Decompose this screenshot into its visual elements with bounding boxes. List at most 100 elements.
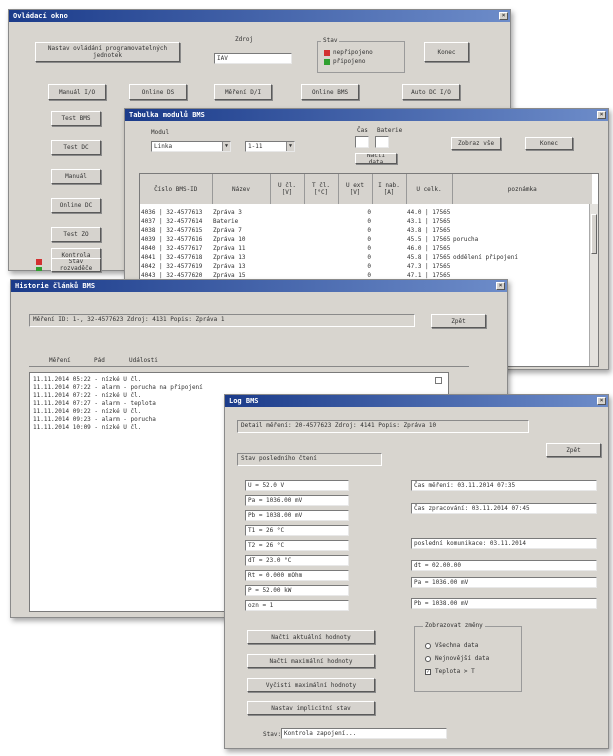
history-window-titlebar: Historie článků BMS	[11, 280, 507, 292]
battery-label: Baterie	[377, 127, 403, 134]
end-button[interactable]: Konec	[525, 137, 573, 150]
close-icon[interactable]: ×	[597, 111, 606, 119]
status-legend-title: Stav	[321, 37, 340, 44]
side-button-3[interactable]: Manuál	[51, 169, 101, 184]
detail-header-box: Detail měření: 20-4577623 Zdroj: 4141 Po…	[237, 420, 529, 433]
value-field: Pa = 1036.00 mV	[245, 495, 349, 506]
table-row[interactable]: 4038 | 32-4577615 Zpráva 7 0 43.8 | 17565	[140, 226, 592, 235]
red-status-icon	[324, 50, 330, 56]
list-item[interactable]: 11.11.2014 05:22 - nízké U čl.	[33, 376, 445, 384]
back-button[interactable]: Zpět	[546, 443, 601, 457]
close-icon[interactable]: ×	[496, 282, 505, 290]
col-header[interactable]: Číslo BMS-ID	[140, 174, 213, 204]
group-title: Zobrazovat změny	[423, 622, 485, 629]
history-info-box: Měření ID: 1-, 32-4577623 Zdroj: 4131 Po…	[29, 314, 415, 327]
col-header[interactable]: poznámka	[452, 174, 592, 204]
ok-status-icon	[36, 267, 42, 271]
side-button-1[interactable]: Test BMS	[51, 111, 101, 126]
radio-all-label: Všechna data	[435, 642, 479, 649]
exit-button[interactable]: Konec	[424, 42, 469, 62]
table-window-titlebar: Tabulka modulů BMS	[125, 109, 608, 121]
status-box: Stav posledního čtení	[237, 453, 382, 466]
settings-button[interactable]: Nastav ovládání programovatelných jednot…	[35, 42, 180, 62]
battery-input[interactable]	[375, 136, 389, 148]
legend-green-label: připojeno	[333, 58, 366, 65]
value-field: Pb = 1038.00 mV	[245, 510, 349, 521]
table-row[interactable]: 4037 | 32-4577614 Baterie 0 43.1 | 17565	[140, 217, 592, 226]
load-data-button[interactable]: Načti data	[355, 153, 397, 164]
info-field: poslední komunikace: 03.11.2014	[411, 538, 597, 549]
row-button-2[interactable]: Online DS	[129, 84, 187, 100]
bms-log-window: Log BMS × Detail měření: 20-4577623 Zdro…	[224, 394, 609, 749]
close-icon[interactable]: ×	[499, 12, 508, 20]
tab-bar: Měření Pád Události	[29, 357, 469, 367]
legend-red-label: nepřipojeno	[333, 49, 373, 56]
col-header[interactable]: I nab. [A]	[372, 174, 407, 204]
info-field: Pb = 1038.00 mV	[411, 598, 597, 609]
radio-newest-label: Nejnovější data	[435, 655, 490, 662]
value-field: Rt = 0.000 mOhm	[245, 570, 349, 581]
value-field: P = 52.00 kW	[245, 585, 349, 596]
table-scrollbar[interactable]	[589, 204, 598, 366]
list-checkbox[interactable]	[435, 377, 442, 384]
info-field: Čas měření: 03.11.2014 07:35	[411, 480, 597, 491]
tab-fall[interactable]: Pád	[94, 357, 105, 364]
table-row[interactable]: 4036 | 32-4577613 Zpráva 3 0 44.0 | 17565	[140, 208, 592, 217]
value-field: T2 = 26 °C	[245, 540, 349, 551]
value-field: ozn = 1	[245, 600, 349, 611]
display-options-group: Zobrazovat změny Všechna data Nejnovější…	[414, 622, 522, 692]
col-header[interactable]: U celk.	[406, 174, 453, 204]
col-header[interactable]: U ext [V]	[338, 174, 373, 204]
row-button-3[interactable]: Měření D/I	[214, 84, 272, 100]
table-row[interactable]: 4041 | 32-4577618 Zpráva 13 0 45.8 | 17565 o…	[140, 253, 592, 262]
time-input[interactable]	[355, 136, 369, 148]
temperature-checkbox-label: Teplota > T	[435, 668, 475, 675]
show-all-button[interactable]: Zobraz vše	[451, 137, 501, 150]
bottom-status-label: Stav:	[263, 731, 282, 738]
side-button-7[interactable]: Stav rozvaděče	[51, 258, 101, 272]
log-window-titlebar: Log BMS	[225, 395, 608, 407]
row-button-4[interactable]: Online BMS	[301, 84, 359, 100]
status-legend-group: Stav nepřipojeno připojeno	[317, 37, 405, 73]
load-current-button[interactable]: Načti aktuální hodnoty	[247, 630, 375, 644]
table-row[interactable]: 4039 | 32-4577616 Zpráva 10 0 45.5 | 17565 p…	[140, 235, 592, 244]
source-input[interactable]: IAV	[214, 53, 292, 64]
table-row[interactable]: 4040 | 32-4577617 Zpráva 11 0 46.0 | 17565	[140, 244, 592, 253]
alarm-status-icon	[36, 259, 42, 265]
side-button-2[interactable]: Test DC	[51, 140, 101, 155]
set-default-button[interactable]: Nastav implicitní stav	[247, 701, 375, 715]
col-header[interactable]: Název	[212, 174, 271, 204]
radio-newest[interactable]	[425, 656, 431, 662]
info-field: dt = 02.00.00	[411, 560, 597, 571]
range-select[interactable]: 1-11 ▼	[245, 141, 295, 152]
col-header[interactable]: U čl. [V]	[270, 174, 305, 204]
bottom-status-field: Kontrola zapojení...	[281, 728, 447, 739]
value-field: U = 52.0 V	[245, 480, 349, 491]
time-label: Čas	[357, 127, 368, 134]
side-button-4[interactable]: Online DC	[51, 198, 101, 213]
info-field: Čas zpracování: 03.11.2014 07:45	[411, 503, 597, 514]
list-item[interactable]: 11.11.2014 07:22 - alarm - porucha na př…	[33, 384, 445, 392]
filter-select[interactable]: Linka ▼	[151, 141, 231, 152]
tab-measurement[interactable]: Měření	[49, 357, 71, 364]
tab-events[interactable]: Události	[129, 357, 158, 364]
green-status-icon	[324, 59, 330, 65]
info-field: Pa = 1036.00 mV	[411, 577, 597, 588]
row-button-5[interactable]: Auto DC I/O	[402, 84, 460, 100]
source-label: Zdroj	[235, 36, 254, 43]
chevron-down-icon: ▼	[286, 142, 294, 151]
scroll-thumb[interactable]	[591, 214, 597, 254]
load-max-button[interactable]: Načti maximální hodnoty	[247, 654, 375, 668]
row-button-1[interactable]: Manuál I/O	[48, 84, 106, 100]
filter-label: Modul	[151, 129, 170, 136]
value-field: T1 = 26 °C	[245, 525, 349, 536]
clear-max-button[interactable]: Vyčisti maximální hodnoty	[247, 678, 375, 692]
close-icon[interactable]: ×	[597, 397, 606, 405]
temperature-checkbox[interactable]: ✓	[425, 669, 431, 675]
table-row[interactable]: 4042 | 32-4577619 Zpráva 13 0 47.3 | 17565	[140, 262, 592, 271]
chevron-down-icon: ▼	[222, 142, 230, 151]
col-header[interactable]: T čl. [°C]	[304, 174, 339, 204]
side-button-5[interactable]: Test ZO	[51, 227, 101, 242]
radio-all[interactable]	[425, 643, 431, 649]
back-button[interactable]: Zpět	[431, 314, 486, 328]
